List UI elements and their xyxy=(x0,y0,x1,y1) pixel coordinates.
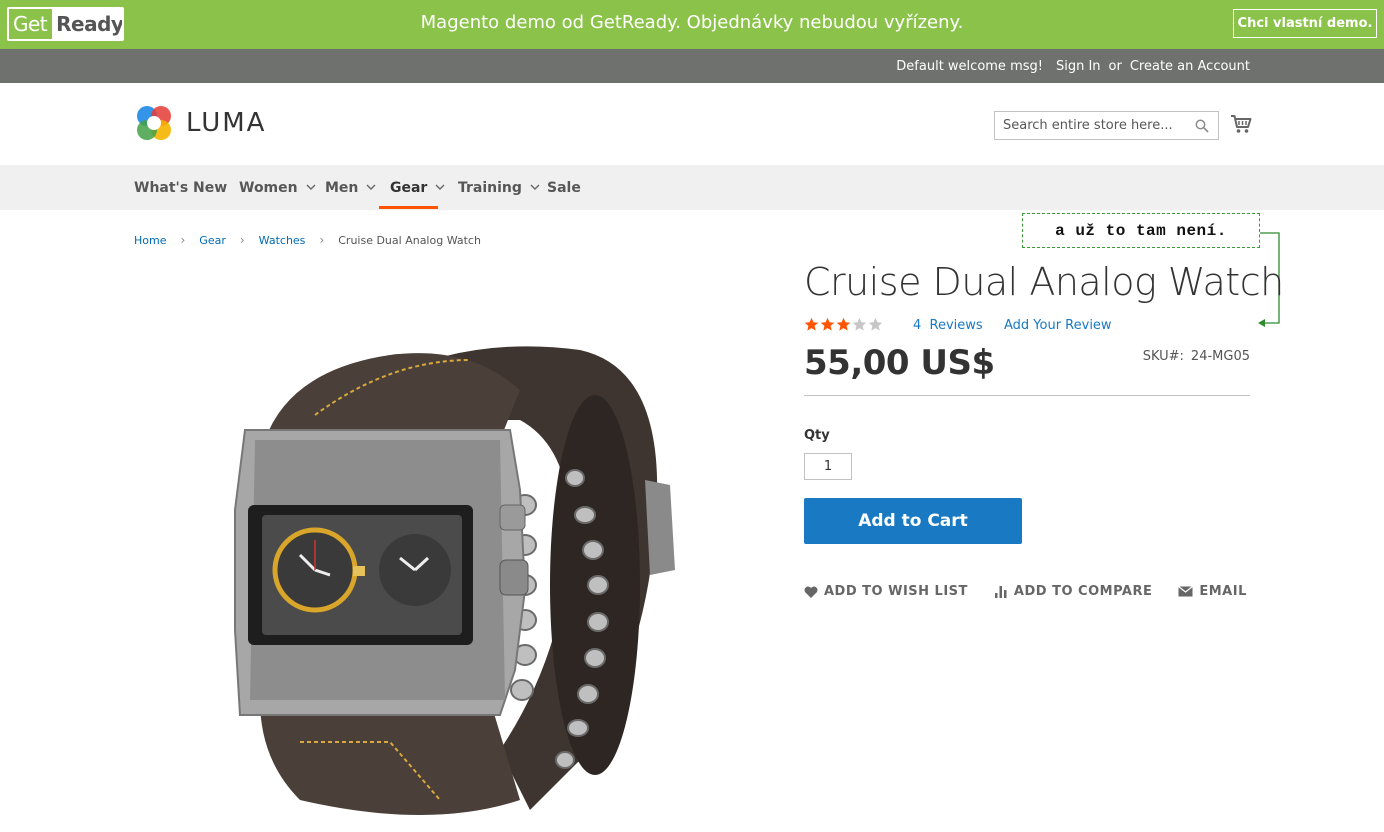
nav-label: What's New xyxy=(134,179,228,196)
sign-in-link[interactable]: Sign In xyxy=(1056,59,1101,74)
cart-icon[interactable] xyxy=(1230,113,1252,135)
chevron-down-icon xyxy=(306,184,316,190)
product-title: Cruise Dual Analog Watch xyxy=(804,260,1284,304)
qty-label: Qty xyxy=(804,428,830,443)
heart-icon xyxy=(804,586,818,598)
luma-logo-icon xyxy=(137,106,171,140)
search-box[interactable] xyxy=(994,111,1219,140)
nav-label: Training xyxy=(458,179,522,196)
promo-bar: Get Ready Magento demo od GetReady. Obje… xyxy=(0,0,1384,49)
breadcrumb: Home › Gear › Watches › Cruise Dual Anal… xyxy=(134,233,481,247)
add-to-cart-button[interactable]: Add to Cart xyxy=(804,498,1022,544)
star-filled-icon xyxy=(836,317,851,331)
nav-item-training[interactable]: Training xyxy=(458,165,540,210)
add-review-link[interactable]: Add Your Review xyxy=(1004,318,1112,333)
search-input[interactable] xyxy=(995,112,1218,139)
star-filled-icon xyxy=(804,317,819,331)
wishlist-label: ADD TO WISH LIST xyxy=(824,584,968,599)
sku-label: SKU#: xyxy=(1142,349,1184,364)
breadcrumb-watches[interactable]: Watches xyxy=(259,234,306,247)
add-to-compare-link[interactable]: ADD TO COMPARE xyxy=(994,584,1152,599)
reviews-count: 4 xyxy=(913,318,922,333)
active-nav-indicator xyxy=(379,206,438,209)
star-empty-icon xyxy=(852,317,867,331)
welcome-message: Default welcome msg! xyxy=(896,59,1043,74)
star-empty-icon xyxy=(868,317,883,331)
add-to-wishlist-link[interactable]: ADD TO WISH LIST xyxy=(804,584,968,599)
rating-stars xyxy=(804,317,883,332)
nav-label: Men xyxy=(325,179,359,196)
annotation-note: a už to tam není. xyxy=(1022,213,1260,248)
nav-item-sale[interactable]: Sale xyxy=(547,165,581,210)
logo-text: LUMA xyxy=(186,108,267,138)
qty-input[interactable] xyxy=(804,453,852,480)
sku-value: 24-MG05 xyxy=(1190,349,1250,364)
search-icon[interactable] xyxy=(1195,119,1209,133)
own-demo-button[interactable]: Chci vlastní demo. xyxy=(1233,9,1377,38)
header-links: Default welcome msg! Sign In or Create a… xyxy=(896,59,1250,74)
nav-item-men[interactable]: Men xyxy=(325,165,376,210)
header-panel: Default welcome msg! Sign In or Create a… xyxy=(0,49,1384,83)
price-divider xyxy=(804,395,1250,396)
breadcrumb-separator: › xyxy=(180,233,186,247)
nav-label: Gear xyxy=(390,179,428,196)
product-price: 55,00 US$ xyxy=(804,343,995,383)
breadcrumb-home[interactable]: Home xyxy=(134,234,166,247)
nav-item-gear[interactable]: Gear xyxy=(390,165,445,210)
reviews-link[interactable]: 4 Reviews xyxy=(913,318,983,333)
reviews-label: Reviews xyxy=(929,318,983,333)
chevron-down-icon xyxy=(530,184,540,190)
breadcrumb-separator: › xyxy=(319,233,325,247)
promo-message: Magento demo od GetReady. Objednávky neb… xyxy=(420,12,964,33)
envelope-icon xyxy=(1178,586,1194,597)
breadcrumb-gear[interactable]: Gear xyxy=(199,234,226,247)
breadcrumb-current: Cruise Dual Analog Watch xyxy=(338,233,481,247)
email-label: EMAIL xyxy=(1199,584,1247,599)
nav-label: Women xyxy=(239,179,298,196)
product-actions: ADD TO WISH LIST ADD TO COMPARE EMAIL xyxy=(804,584,1273,599)
chevron-down-icon xyxy=(435,184,445,190)
star-filled-icon xyxy=(820,317,835,331)
main-nav: What's New Women Men Gear Training Sale xyxy=(0,165,1384,210)
nav-item-women[interactable]: Women xyxy=(239,165,316,210)
compare-label: ADD TO COMPARE xyxy=(1013,584,1153,599)
chevron-down-icon xyxy=(366,184,376,190)
breadcrumb-separator: › xyxy=(239,233,245,247)
luma-logo[interactable]: LUMA xyxy=(134,103,266,143)
nav-item-whats-new[interactable]: What's New xyxy=(134,165,227,210)
product-image-watch[interactable] xyxy=(200,330,690,825)
create-account-link[interactable]: Create an Account xyxy=(1130,59,1250,74)
product-sku: SKU#: 24-MG05 xyxy=(1143,349,1250,364)
email-link[interactable]: EMAIL xyxy=(1178,584,1247,599)
compare-bars-icon xyxy=(994,586,1007,598)
or-text: or xyxy=(1108,59,1122,74)
nav-label: Sale xyxy=(547,179,581,196)
